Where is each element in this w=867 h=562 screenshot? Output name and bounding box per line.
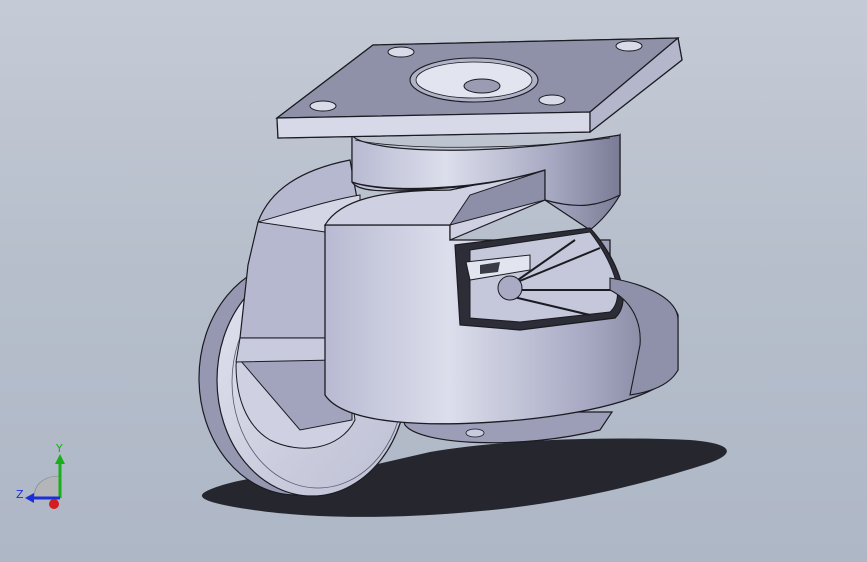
x-axis-arrow <box>49 499 59 509</box>
orientation-triad: Y Z <box>16 442 65 509</box>
z-axis-label: Z <box>16 488 24 501</box>
y-axis-label: Y <box>55 442 63 455</box>
gear-window <box>454 227 624 331</box>
triad-base-icon <box>33 475 61 499</box>
3d-graphics-viewport[interactable]: Y Z <box>0 0 867 562</box>
center-boss <box>409 57 539 103</box>
leveling-caster-model[interactable] <box>0 0 867 562</box>
mounting-plate[interactable] <box>275 36 683 139</box>
